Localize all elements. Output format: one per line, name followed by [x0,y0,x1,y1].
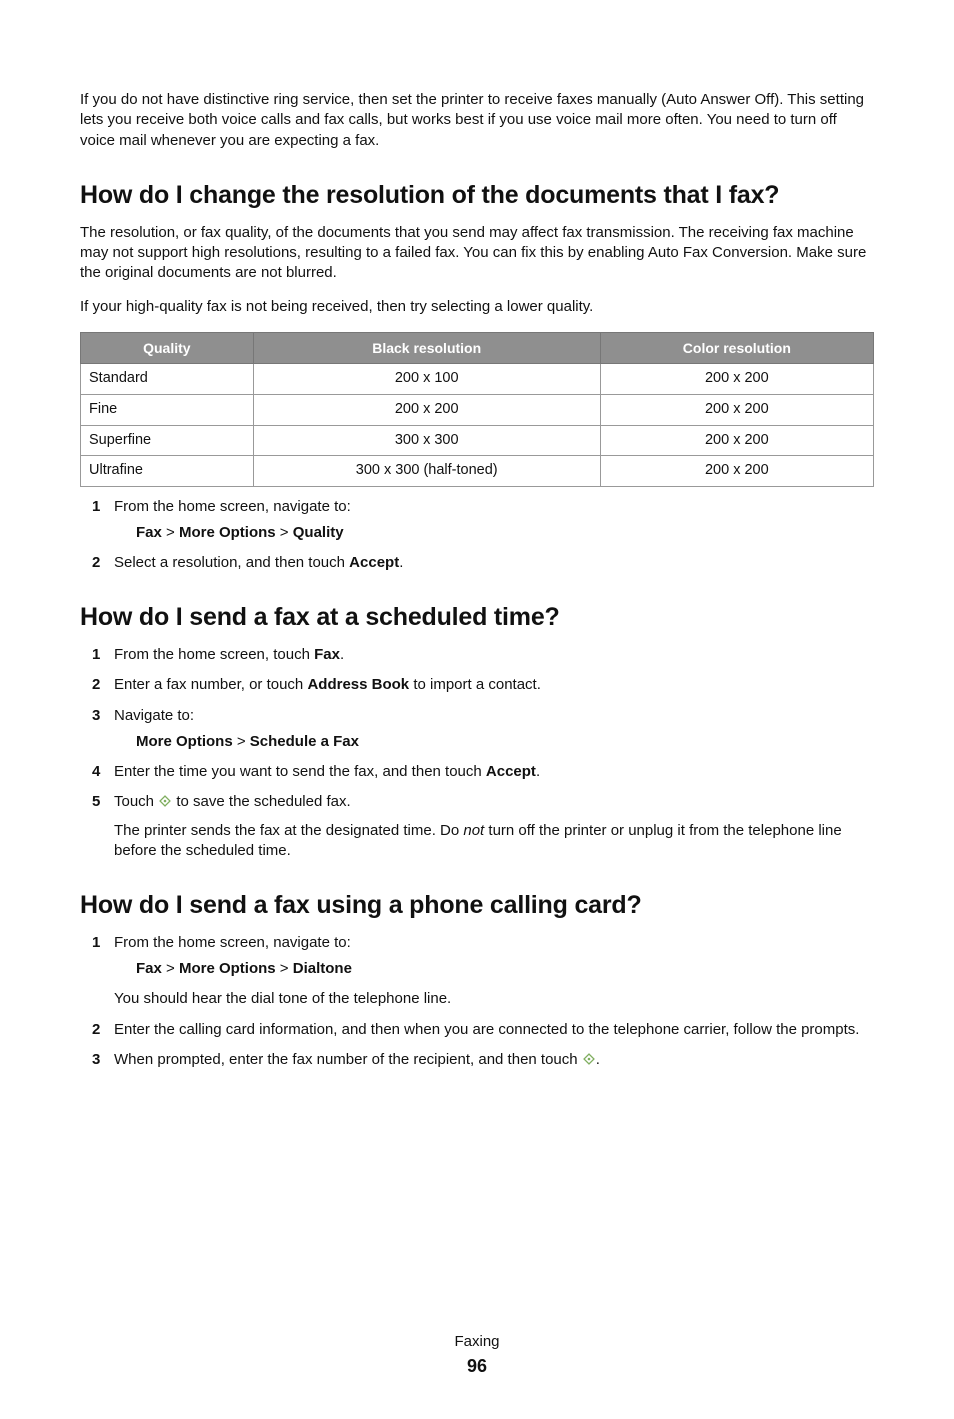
nav-path: Fax > More Options > Dialtone [136,959,874,979]
footer-page-number: 96 [80,1354,874,1378]
step-text: to import a contact. [409,676,541,693]
cell-black: 200 x 200 [253,394,600,425]
cell-quality: Fine [81,394,254,425]
heading-schedule: How do I send a fax at a scheduled time? [80,601,874,635]
step-bold: Accept [349,554,399,571]
step-text: Enter a fax number, or touch [114,676,307,693]
table-row: Standard 200 x 100 200 x 200 [81,364,874,395]
step-text: Touch [114,793,158,810]
path-part: Quality [293,524,344,541]
table-row: Superfine 300 x 300 200 x 200 [81,425,874,456]
th-quality: Quality [81,332,254,364]
cell-color: 200 x 200 [600,364,873,395]
step-text: . [399,554,403,571]
step-item: Enter the time you want to send the fax,… [92,762,874,782]
step-item: Enter the calling card information, and … [92,1020,874,1040]
step-text: Enter the time you want to send the fax,… [114,763,486,780]
table-row: Fine 200 x 200 200 x 200 [81,394,874,425]
resolution-para1: The resolution, or fax quality, of the d… [80,223,874,284]
path-part: More Options [179,524,276,541]
nav-path: Fax > More Options > Quality [136,523,874,543]
cell-color: 200 x 200 [600,456,873,487]
resolution-table: Quality Black resolution Color resolutio… [80,332,874,487]
cell-black: 300 x 300 (half-toned) [253,456,600,487]
step-bold: Accept [486,763,536,780]
path-sep: > [233,733,250,750]
footer-section: Faxing [80,1332,874,1352]
path-sep: > [162,524,179,541]
step-item: From the home screen, navigate to: Fax >… [92,933,874,1010]
schedule-steps: From the home screen, touch Fax. Enter a… [92,645,874,861]
step-text: From the home screen, navigate to: [114,934,351,951]
note-text: The printer sends the fax at the designa… [114,822,463,839]
heading-calling-card: How do I send a fax using a phone callin… [80,889,874,923]
note-italic: not [463,822,484,839]
th-color: Color resolution [600,332,873,364]
path-part: Fax [136,524,162,541]
path-sep: > [276,524,293,541]
path-part: More Options [136,733,233,750]
page-footer: Faxing 96 [80,1332,874,1379]
step-item: Enter a fax number, or touch Address Boo… [92,675,874,695]
step-text: . [536,763,540,780]
step-text: Navigate to: [114,707,194,724]
step-item: Select a resolution, and then touch Acce… [92,553,874,573]
step-text: Enter the calling card information, and … [114,1021,859,1038]
nav-path: More Options > Schedule a Fax [136,732,874,752]
cell-color: 200 x 200 [600,394,873,425]
path-sep: > [276,960,293,977]
card-steps: From the home screen, navigate to: Fax >… [92,933,874,1072]
intro-paragraph: If you do not have distinctive ring serv… [80,90,874,151]
th-black: Black resolution [253,332,600,364]
cell-color: 200 x 200 [600,425,873,456]
step-item: From the home screen, touch Fax. [92,645,874,665]
cell-black: 300 x 300 [253,425,600,456]
step-item: From the home screen, navigate to: Fax >… [92,497,874,544]
path-part: Dialtone [293,960,352,977]
step-item: Touch to save the scheduled fax. The pri… [92,792,874,861]
step-text: . [340,646,344,663]
step-text: . [596,1051,600,1068]
cell-quality: Ultrafine [81,456,254,487]
cell-quality: Superfine [81,425,254,456]
path-sep: > [162,960,179,977]
start-diamond-icon [582,1052,596,1072]
table-row: Ultrafine 300 x 300 (half-toned) 200 x 2… [81,456,874,487]
step-bold: Address Book [307,676,409,693]
step-note: The printer sends the fax at the designa… [114,821,874,862]
step-text: When prompted, enter the fax number of t… [114,1051,582,1068]
step-text: to save the scheduled fax. [172,793,350,810]
cell-black: 200 x 100 [253,364,600,395]
path-part: Fax [136,960,162,977]
heading-resolution: How do I change the resolution of the do… [80,179,874,213]
path-part: Schedule a Fax [250,733,359,750]
step-item: Navigate to: More Options > Schedule a F… [92,706,874,753]
step-text: Select a resolution, and then touch [114,554,349,571]
resolution-para2: If your high-quality fax is not being re… [80,297,874,317]
step-text: From the home screen, navigate to: [114,498,351,515]
path-part: More Options [179,960,276,977]
step-text: From the home screen, touch [114,646,314,663]
step-bold: Fax [314,646,340,663]
step-subtext: You should hear the dial tone of the tel… [114,989,874,1009]
start-diamond-icon [158,794,172,814]
resolution-steps: From the home screen, navigate to: Fax >… [92,497,874,574]
cell-quality: Standard [81,364,254,395]
step-item: When prompted, enter the fax number of t… [92,1050,874,1072]
